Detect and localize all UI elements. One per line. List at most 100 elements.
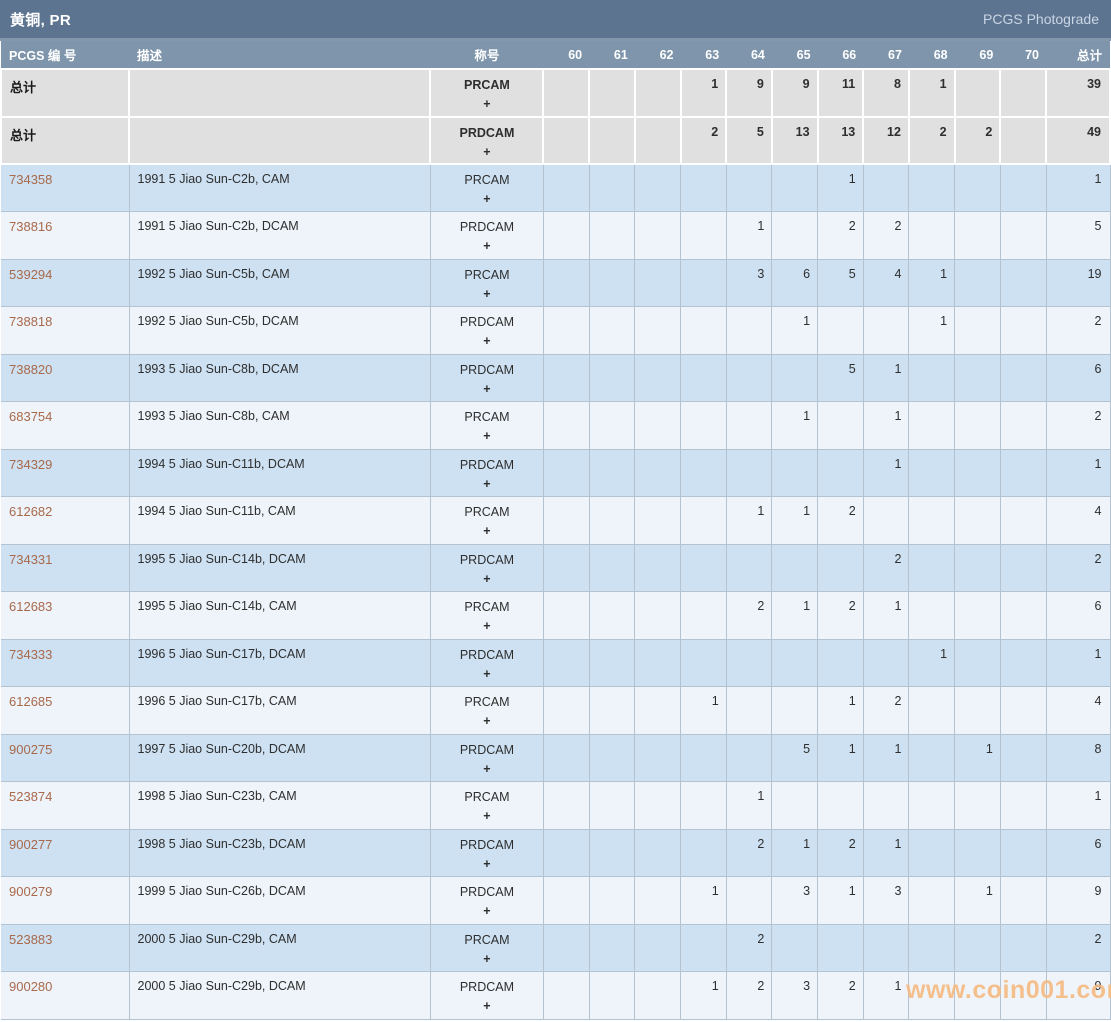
grade-66-cell: 2: [817, 971, 864, 1020]
grade-64-cell: [725, 733, 773, 782]
table-row: 900277 1998 5 Jiao Sun-C23b, DCAM PRDCAM +2…: [1, 828, 1111, 877]
grade-61-cell: [588, 68, 636, 118]
grade-62-cell: [634, 686, 681, 735]
row-total-value: 6: [1045, 591, 1111, 640]
row-total-value: 4: [1045, 686, 1111, 735]
grade-66-cell: 2: [817, 828, 864, 877]
row-total-value: 4: [1045, 496, 1111, 545]
pcgs-number-link[interactable]: 612682: [9, 504, 52, 519]
photograde-link[interactable]: PCGS Photograde: [983, 11, 1099, 27]
grade-65-cell: [771, 638, 819, 687]
table-row: 683754 1993 5 Jiao Sun-C8b, CAM PRCAM +1 1 2: [1, 401, 1111, 450]
grade-70-cell: [999, 923, 1047, 972]
grade-69-cell: [954, 211, 1001, 260]
grade-64-cell: [725, 163, 773, 212]
table-row: 738818 1992 5 Jiao Sun-C5b, DCAM PRDCAM +1 1…: [1, 306, 1111, 355]
grade-63-cell: 1: [680, 686, 727, 735]
grade-63-cell: [680, 258, 727, 307]
grade-68-cell: [908, 448, 956, 497]
grade-66-cell: [817, 638, 864, 687]
pcgs-number-link[interactable]: 539294: [9, 267, 52, 282]
grade-65-cell: 3: [771, 876, 819, 925]
grade-66-cell: [817, 543, 864, 592]
grade-60-cell: [542, 686, 590, 735]
grade-64-cell: 2: [725, 923, 773, 972]
grade-64-cell: [725, 638, 773, 687]
col-header-grade-67: 67: [863, 41, 909, 69]
grade-61-cell: [588, 828, 636, 877]
pcgs-number-link[interactable]: 523874: [9, 789, 52, 804]
description-cell: 1999 5 Jiao Sun-C26b, DCAM: [128, 876, 431, 925]
pcgs-number-link[interactable]: 612685: [9, 694, 52, 709]
grade-63-cell: [680, 781, 727, 830]
grade-68-cell: 2: [907, 115, 956, 165]
pcgs-number-link[interactable]: 734331: [9, 552, 52, 567]
grade-67-cell: 12: [862, 115, 910, 165]
designation-cell: PRDCAM +: [429, 306, 544, 355]
pcgs-number-link[interactable]: 734358: [9, 172, 52, 187]
description-cell: 1992 5 Jiao Sun-C5b, DCAM: [128, 306, 431, 355]
grade-64-cell: 9: [725, 68, 773, 118]
grade-65-cell: [771, 211, 819, 260]
pcgs-number-link[interactable]: 900275: [9, 742, 52, 757]
grade-68-cell: [908, 923, 956, 972]
grade-63-cell: 1: [680, 971, 727, 1020]
grade-61-cell: [588, 306, 636, 355]
pcgs-number-cell: 900277: [1, 828, 130, 877]
pcgs-number-link[interactable]: 900280: [9, 979, 52, 994]
grade-61-cell: [588, 923, 636, 972]
grade-64-cell: [725, 401, 773, 450]
designation-cell: PRCAM +: [429, 781, 544, 830]
designation-label: PRDCAM: [459, 742, 515, 757]
designation-plus: +: [483, 524, 491, 538]
row-total-value: 9: [1045, 971, 1111, 1020]
grade-65-cell: [771, 543, 819, 592]
pcgs-number-link[interactable]: 738820: [9, 362, 52, 377]
grade-65-cell: [771, 448, 819, 497]
pcgs-number-link[interactable]: 738818: [9, 314, 52, 329]
grade-70-cell: [999, 353, 1047, 402]
col-header-designation: 称号: [430, 41, 544, 69]
row-total-value: 2: [1045, 306, 1111, 355]
description-cell: 1994 5 Jiao Sun-C11b, CAM: [128, 496, 431, 545]
grade-64-cell: [725, 876, 773, 925]
title-bar: 黄铜, PR PCGS Photograde: [0, 0, 1111, 41]
col-header-grade-70: 70: [1000, 41, 1046, 69]
grade-70-cell: [999, 211, 1047, 260]
grade-60-cell: [542, 591, 590, 640]
pcgs-number-link[interactable]: 683754: [9, 409, 52, 424]
pcgs-number-link[interactable]: 738816: [9, 219, 52, 234]
designation-plus: +: [483, 761, 491, 776]
grade-68-cell: [908, 781, 956, 830]
designation-plus: +: [483, 429, 491, 443]
row-total-value: 1: [1045, 638, 1111, 687]
grade-70-cell: [999, 638, 1047, 687]
pcgs-number-link[interactable]: 523883: [9, 932, 52, 947]
page-title: 黄铜, PR: [10, 11, 71, 29]
grade-66-cell: [817, 448, 864, 497]
grade-70-cell: [999, 876, 1047, 925]
grade-65-cell: [771, 923, 819, 972]
grade-67-cell: 2: [862, 211, 910, 260]
col-header-grade-69: 69: [954, 41, 1001, 69]
grade-67-cell: 1: [862, 828, 910, 877]
pcgs-number-link[interactable]: 900279: [9, 884, 52, 899]
designation-plus: +: [483, 239, 491, 253]
grade-67-cell: [862, 923, 910, 972]
grade-66-cell: 1: [817, 163, 864, 212]
description-cell: 2000 5 Jiao Sun-C29b, CAM: [128, 923, 431, 972]
grade-64-cell: [725, 686, 773, 735]
grade-65-cell: 9: [770, 68, 819, 118]
grade-68-cell: [908, 543, 956, 592]
pcgs-number-link[interactable]: 900277: [9, 837, 52, 852]
grade-68-cell: 1: [908, 258, 956, 307]
designation-plus: +: [483, 286, 491, 301]
pcgs-number-link[interactable]: 734329: [9, 457, 52, 472]
col-header-description: 描述: [129, 41, 431, 69]
grade-69-cell: [954, 591, 1001, 640]
col-header-grade-66: 66: [817, 41, 864, 69]
grade-68-cell: [908, 686, 956, 735]
designation-label: PRCAM: [464, 695, 510, 709]
pcgs-number-link[interactable]: 734333: [9, 647, 52, 662]
pcgs-number-link[interactable]: 612683: [9, 599, 52, 614]
